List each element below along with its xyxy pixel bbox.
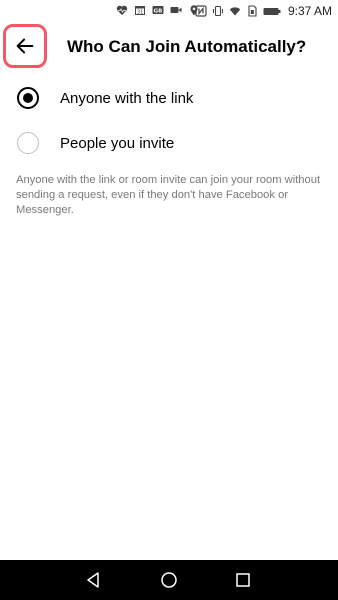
radio-unselected[interactable] [17, 132, 39, 154]
nfc-icon [195, 5, 207, 17]
status-time: 9:37 AM [287, 4, 332, 18]
option-anyone-with-link[interactable]: Anyone with the link [0, 76, 338, 120]
heart-monitor-icon [116, 4, 128, 16]
back-triangle-icon [87, 572, 99, 588]
radio-selected[interactable] [17, 87, 39, 109]
video-icon [170, 4, 182, 16]
recents-square-icon [236, 573, 250, 587]
svg-text:GB: GB [154, 8, 163, 14]
status-bar: 31 GB 9:37 AM [0, 0, 338, 24]
header-bar: Who Can Join Automatically? [0, 24, 338, 72]
back-arrow-icon [16, 38, 34, 54]
vibrate-icon [212, 5, 224, 17]
option-people-you-invite[interactable]: People you invite [0, 121, 338, 165]
battery-icon [263, 5, 281, 17]
calendar-icon: 31 [134, 4, 146, 16]
option-description: Anyone with the link or room invite can … [16, 174, 321, 216]
back-button[interactable] [3, 24, 47, 68]
sim-icon [246, 5, 258, 17]
status-notification-icons: 31 GB [116, 4, 200, 16]
wifi-icon [229, 5, 241, 17]
status-system-icons: 9:37 AM [195, 4, 332, 18]
nav-home-button[interactable] [159, 570, 179, 590]
nav-recents-button[interactable] [233, 570, 253, 590]
page-title: Who Can Join Automatically? [67, 37, 307, 56]
hd-icon: GB [152, 4, 164, 16]
svg-text:31: 31 [137, 9, 143, 15]
home-circle-icon [161, 572, 177, 588]
nav-back-button[interactable] [84, 570, 104, 590]
option-label: People you invite [60, 134, 175, 152]
system-nav-bar [0, 560, 338, 600]
option-label: Anyone with the link [60, 89, 194, 107]
